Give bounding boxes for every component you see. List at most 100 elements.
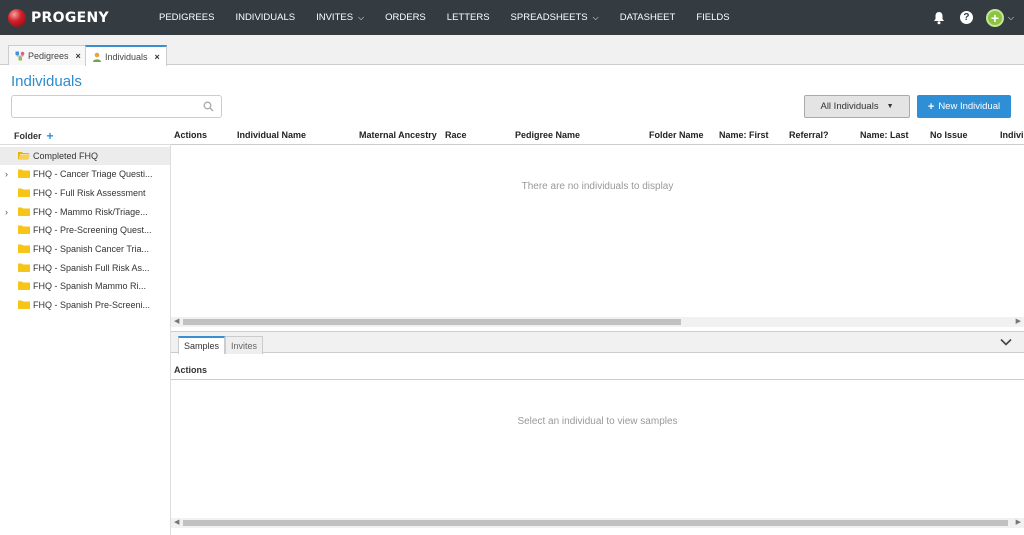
main-nav: PEDIGREES INDIVIDUALS INVITES ⌵ ORDERS LE… <box>159 12 751 23</box>
tab-label: Individuals <box>105 51 148 62</box>
divider <box>171 379 1024 380</box>
top-navbar: PROGENY PEDIGREES INDIVIDUALS INVITES ⌵ O… <box>0 0 1024 35</box>
folder-label: FHQ - Full Risk Assessment <box>33 188 146 198</box>
new-individual-label: New Individual <box>938 101 1001 112</box>
bell-icon[interactable] <box>932 11 946 25</box>
chevron-down-icon[interactable]: ⌵ <box>1008 13 1014 23</box>
nav-spreadsheets[interactable]: SPREADSHEETS ⌵ <box>511 12 599 23</box>
nav-invites[interactable]: INVITES ⌵ <box>316 12 364 23</box>
person-icon <box>93 52 101 62</box>
help-icon[interactable]: ? <box>959 11 973 24</box>
logo-icon <box>8 8 26 27</box>
tab-samples[interactable]: Samples <box>178 336 226 354</box>
collapse-chevron-icon[interactable] <box>1000 337 1012 347</box>
folder-label: FHQ - Spanish Cancer Tria... <box>33 244 150 254</box>
folder-header: Folder + <box>14 129 54 143</box>
close-icon[interactable]: × <box>76 51 81 61</box>
folder-icon <box>18 300 30 309</box>
column-header[interactable]: Race <box>445 130 467 140</box>
folder-item[interactable]: FHQ - Full Risk Assessment <box>0 184 170 202</box>
folder-item[interactable]: FHQ - Spanish Cancer Tria... <box>0 240 170 258</box>
folder-item[interactable]: › FHQ - Cancer Triage Questi... <box>0 165 170 183</box>
tab-label: Pedigrees <box>28 50 69 61</box>
detail-tab-bar: Samples Invites <box>171 331 1024 354</box>
tab-individuals[interactable]: Individuals × <box>85 45 167 66</box>
column-header[interactable]: Pedigree Name <box>515 130 580 140</box>
individuals-table-header: Actions Individual Name Maternal Ancestr… <box>171 124 1024 145</box>
document-tabs: Pedigrees × Individuals × <box>0 35 1024 66</box>
logo[interactable]: PROGENY <box>8 8 148 27</box>
scroll-left-icon[interactable]: ◀ <box>174 518 179 526</box>
folder-item[interactable]: FHQ - Pre-Screening Quest... <box>0 221 170 239</box>
folder-icon <box>18 169 30 178</box>
folder-icon <box>18 244 30 253</box>
folder-open-icon <box>18 152 30 160</box>
add-folder-icon[interactable]: + <box>47 129 54 143</box>
nav-pedigrees[interactable]: PEDIGREES <box>159 12 214 23</box>
folder-label: FHQ - Cancer Triage Questi... <box>33 169 153 179</box>
samples-actions-header: Actions <box>174 365 208 375</box>
nav-individuals[interactable]: INDIVIDUALS <box>235 12 295 23</box>
column-header[interactable]: Maternal Ancestry <box>359 130 437 140</box>
logo-text: PROGENY <box>31 9 109 26</box>
scroll-right-icon[interactable]: ▶ <box>1016 518 1021 526</box>
chevron-right-icon[interactable]: › <box>5 207 8 217</box>
column-header[interactable]: No Issue <box>930 130 968 140</box>
nav-fields[interactable]: FIELDS <box>696 12 729 23</box>
scroll-left-icon[interactable]: ◀ <box>174 317 179 325</box>
folder-label: FHQ - Spanish Pre-Screeni... <box>33 300 151 310</box>
folder-label: FHQ - Spanish Full Risk As... <box>33 263 150 273</box>
tab-invites[interactable]: Invites <box>225 336 264 354</box>
folder-icon <box>18 225 30 234</box>
folder-label: FHQ - Pre-Screening Quest... <box>33 225 152 235</box>
empty-samples-message: Select an individual to view samples <box>517 416 678 427</box>
scrollbar-thumb[interactable] <box>183 319 681 325</box>
folder-label: FHQ - Mammo Risk/Triage... <box>33 207 148 217</box>
folder-icon <box>18 207 30 216</box>
column-header[interactable]: Referral? <box>789 130 829 140</box>
empty-table-message: There are no individuals to display <box>521 181 674 192</box>
add-icon[interactable]: + <box>985 8 1004 27</box>
search-box[interactable] <box>11 95 222 118</box>
pedigree-icon <box>15 51 25 60</box>
folder-header-label: Folder <box>14 131 42 141</box>
scroll-right-icon[interactable]: ▶ <box>1016 317 1021 325</box>
nav-datasheet[interactable]: DATASHEET <box>620 12 676 23</box>
horizontal-scrollbar[interactable]: ◀ ▶ <box>171 317 1024 327</box>
plus-icon: + <box>927 100 935 113</box>
folder-item[interactable]: FHQ - Spanish Mammo Ri... <box>0 277 170 295</box>
column-header[interactable]: Name: First <box>719 130 769 140</box>
folder-item[interactable]: FHQ - Spanish Full Risk As... <box>0 259 170 277</box>
folder-tree: Completed FHQ › FHQ - Cancer Triage Ques… <box>0 144 171 535</box>
column-header[interactable]: Indivi <box>1000 130 1024 140</box>
column-header[interactable]: Actions <box>174 130 207 140</box>
folder-label: FHQ - Spanish Mammo Ri... <box>33 281 147 291</box>
folder-icon <box>18 263 30 272</box>
folder-icon <box>18 281 30 290</box>
nav-right: ? + ⌵ <box>932 0 1014 35</box>
folder-item[interactable]: › FHQ - Mammo Risk/Triage... <box>0 203 170 221</box>
folder-label: Completed FHQ <box>33 151 99 161</box>
column-header[interactable]: Individual Name <box>237 130 306 140</box>
chevron-down-icon: ⌵ <box>592 12 599 22</box>
folder-item[interactable]: Completed FHQ <box>0 147 170 165</box>
close-icon[interactable]: × <box>155 52 160 62</box>
individuals-filter-dropdown[interactable]: All Individuals ▼ <box>804 95 910 118</box>
folder-icon <box>18 188 30 197</box>
nav-orders[interactable]: ORDERS <box>385 12 426 23</box>
tab-pedigrees[interactable]: Pedigrees × <box>8 45 88 65</box>
scrollbar-thumb[interactable] <box>183 520 1008 526</box>
page-title: Individuals <box>11 73 82 90</box>
search-input[interactable] <box>18 96 198 117</box>
horizontal-scrollbar[interactable]: ◀ ▶ <box>171 518 1024 528</box>
folder-item[interactable]: FHQ - Spanish Pre-Screeni... <box>0 296 170 314</box>
column-header[interactable]: Name: Last <box>860 130 909 140</box>
nav-letters[interactable]: LETTERS <box>447 12 490 23</box>
caret-down-icon: ▼ <box>886 103 894 110</box>
filter-label: All Individuals <box>820 101 879 112</box>
column-header[interactable]: Folder Name <box>649 130 704 140</box>
new-individual-button[interactable]: + New Individual <box>917 95 1011 118</box>
search-icon[interactable] <box>203 101 214 112</box>
chevron-down-icon: ⌵ <box>358 12 365 22</box>
chevron-right-icon[interactable]: › <box>5 169 8 179</box>
